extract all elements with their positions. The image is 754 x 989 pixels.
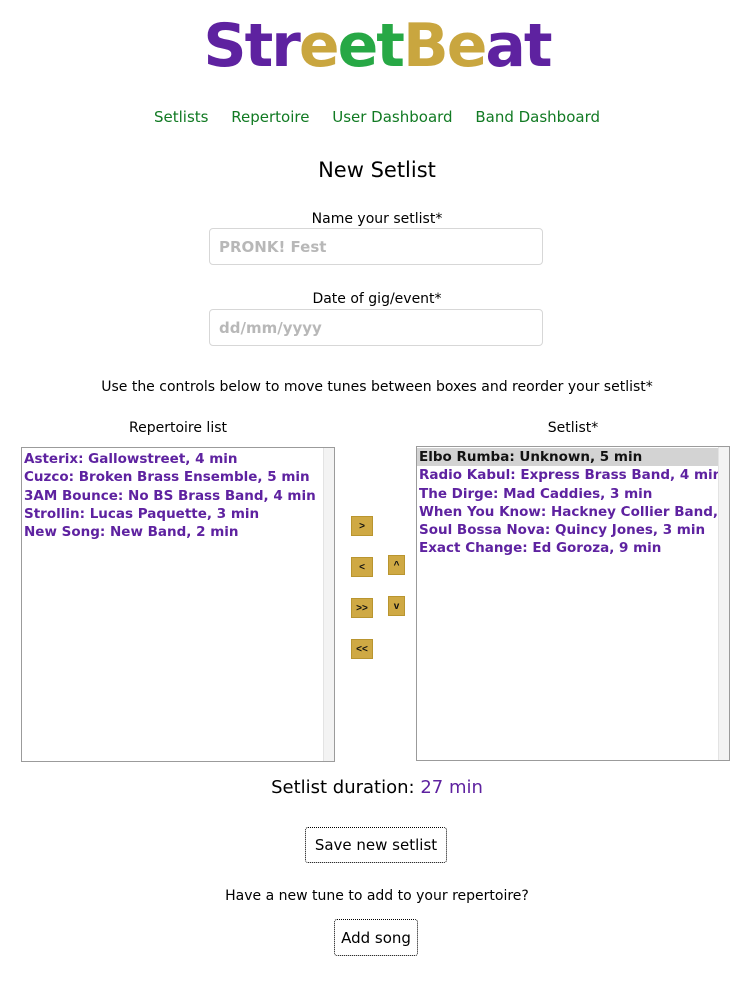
- repertoire-item[interactable]: Cuzco: Broken Brass Ensemble, 5 min: [22, 468, 334, 486]
- save-setlist-button[interactable]: Save new setlist: [305, 827, 447, 863]
- event-date-input[interactable]: [209, 309, 543, 346]
- logo-letter: r: [271, 11, 301, 81]
- move-right-button[interactable]: >: [351, 516, 373, 536]
- nav-user-dashboard[interactable]: User Dashboard: [332, 108, 452, 126]
- streetbeat-logo[interactable]: StreetBeat: [0, 6, 754, 86]
- event-date-label: Date of gig/event*: [312, 291, 442, 307]
- setlist-item[interactable]: Exact Change: Ed Goroza, 9 min: [417, 539, 718, 557]
- duration-value: 27 min: [420, 777, 483, 798]
- logo-letter: t: [244, 11, 274, 81]
- setlist-item[interactable]: Radio Kabul: Express Brass Band, 4 min: [417, 466, 722, 484]
- instructions-text: Use the controls below to move tunes bet…: [101, 379, 653, 395]
- logo-letter: a: [485, 11, 525, 81]
- setlist-item[interactable]: When You Know: Hackney Collier Band, 3 m…: [417, 503, 729, 521]
- nav-repertoire[interactable]: Repertoire: [231, 108, 309, 126]
- repertoire-item[interactable]: Strollin: Lucas Paquette, 3 min: [22, 505, 334, 523]
- logo-letter: e: [298, 11, 340, 81]
- logo-letter: t: [376, 11, 405, 81]
- setlist-item-selected[interactable]: Elbo Rumba: Unknown, 5 min: [417, 448, 718, 467]
- setlist-duration: Setlist duration: 27 min: [0, 777, 754, 798]
- repertoire-item[interactable]: 3AM Bounce: No BS Brass Band, 4 min: [22, 487, 334, 505]
- move-all-left-button[interactable]: <<: [351, 639, 373, 659]
- nav-setlists[interactable]: Setlists: [154, 108, 208, 126]
- repertoire-item[interactable]: New Song: New Band, 2 min: [22, 523, 334, 541]
- repertoire-scrollbar[interactable]: [323, 448, 334, 761]
- setlist-item[interactable]: Soul Bossa Nova: Quincy Jones, 3 min: [417, 521, 718, 539]
- logo-letter: S: [203, 11, 246, 81]
- add-tune-question: Have a new tune to add to your repertoir…: [225, 888, 529, 904]
- setlist-scrollbar[interactable]: [718, 447, 729, 760]
- add-song-button[interactable]: Add song: [334, 919, 418, 956]
- nav-band-dashboard[interactable]: Band Dashboard: [475, 108, 600, 126]
- logo-letter: e: [337, 11, 379, 81]
- setlist-listbox[interactable]: Elbo Rumba: Unknown, 5 min Radio Kabul: …: [416, 446, 730, 761]
- duration-label: Setlist duration:: [271, 777, 415, 798]
- page: StreetBeat Setlists Repertoire User Dash…: [0, 0, 754, 989]
- logo-letter: B: [402, 11, 449, 81]
- repertoire-listbox[interactable]: Asterix: Gallowstreet, 4 min Cuzco: Brok…: [21, 447, 335, 762]
- setlist-name-label: Name your setlist*: [311, 211, 443, 227]
- main-nav: Setlists Repertoire User Dashboard Band …: [0, 108, 754, 126]
- setlist-label: Setlist*: [547, 420, 599, 436]
- repertoire-list-label: Repertoire list: [129, 420, 227, 436]
- move-down-button[interactable]: v: [388, 596, 405, 616]
- move-all-right-button[interactable]: >>: [351, 598, 373, 618]
- setlist-item[interactable]: The Dirge: Mad Caddies, 3 min: [417, 485, 718, 503]
- move-up-button[interactable]: ^: [388, 555, 405, 575]
- logo-letter: e: [446, 11, 488, 81]
- page-title: New Setlist: [318, 158, 436, 182]
- move-left-button[interactable]: <: [351, 557, 373, 577]
- logo-letter: t: [523, 11, 553, 81]
- setlist-name-input[interactable]: [209, 228, 543, 265]
- repertoire-item[interactable]: Asterix: Gallowstreet, 4 min: [22, 450, 334, 468]
